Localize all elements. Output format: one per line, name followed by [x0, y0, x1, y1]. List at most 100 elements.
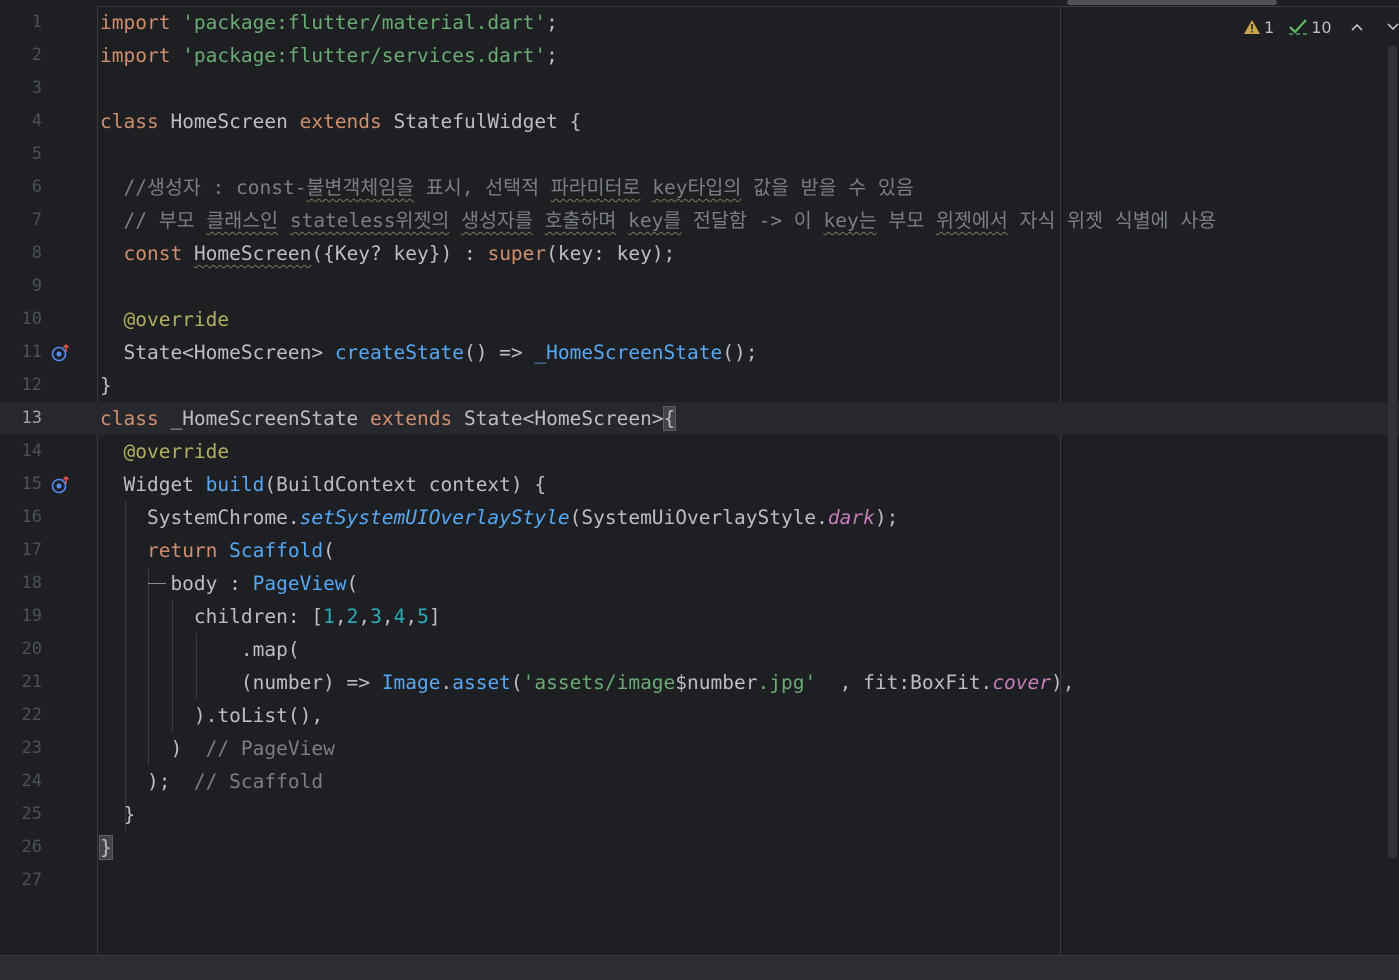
code-text[interactable]: class _HomeScreenState extends State<Hom…: [100, 402, 677, 435]
code-line[interactable]: 2 import 'package:flutter/services.dart';: [0, 39, 1399, 72]
code-text[interactable]: ).toList(),: [100, 699, 323, 732]
line-number[interactable]: 25: [0, 798, 42, 831]
code-text[interactable]: const HomeScreen({Key? key}) : super(key…: [100, 237, 675, 270]
weak-warning-indicator[interactable]: 10: [1288, 18, 1332, 37]
code-line[interactable]: 1 import 'package:flutter/material.dart';: [0, 6, 1399, 39]
line-number[interactable]: 4: [0, 105, 42, 138]
override-method-icon[interactable]: [51, 476, 69, 494]
code-line[interactable]: 9: [0, 270, 1399, 303]
code-token: key타입의: [652, 176, 742, 199]
code-text[interactable]: // 부모 클래스인 stateless위젯의 생성자를 호출하며 key를 전…: [100, 204, 1216, 237]
line-number[interactable]: 18: [0, 567, 42, 600]
code-text[interactable]: body : PageView(: [100, 567, 358, 600]
code-line[interactable]: 19 children: [1,2,3,4,5]: [0, 600, 1399, 633]
code-text[interactable]: @override: [100, 303, 229, 336]
line-number[interactable]: 3: [0, 72, 42, 105]
widget-tree-connector: [148, 583, 166, 584]
line-number[interactable]: 10: [0, 303, 42, 336]
line-number[interactable]: 16: [0, 501, 42, 534]
code-line[interactable]: 8 const HomeScreen({Key? key}) : super(k…: [0, 237, 1399, 270]
code-line[interactable]: 27: [0, 864, 1399, 897]
code-token: extends: [370, 407, 464, 430]
code-text[interactable]: children: [1,2,3,4,5]: [100, 600, 441, 633]
line-number[interactable]: 15: [0, 468, 42, 501]
line-number[interactable]: 20: [0, 633, 42, 666]
code-text[interactable]: }: [99, 831, 113, 864]
line-number[interactable]: 21: [0, 666, 42, 699]
inspection-widget[interactable]: 1 10: [1243, 14, 1399, 40]
line-number[interactable]: 27: [0, 864, 42, 897]
line-number[interactable]: 9: [0, 270, 42, 303]
code-text[interactable]: (number) => Image.asset('assets/image$nu…: [100, 666, 1075, 699]
code-line[interactable]: 10 @override: [0, 303, 1399, 336]
code-line[interactable]: 3: [0, 72, 1399, 105]
warning-indicator[interactable]: 1: [1243, 18, 1274, 37]
code-text[interactable]: ) // PageView: [100, 732, 335, 765]
line-number[interactable]: 14: [0, 435, 42, 468]
code-text[interactable]: State<HomeScreen> createState() => _Home…: [100, 336, 757, 369]
chevron-down-icon: [1386, 23, 1399, 31]
code-text[interactable]: @override: [100, 435, 229, 468]
code-line[interactable]: 22 ).toList(),: [0, 699, 1399, 732]
code-token: // PageView: [205, 737, 335, 760]
code-token: State<HomeScreen>: [463, 407, 664, 430]
code-line[interactable]: 25 }: [0, 798, 1399, 831]
code-line[interactable]: 15 Widget build(BuildContext context) {: [0, 468, 1399, 501]
horizontal-scrollbar[interactable]: [1067, 0, 1277, 5]
code-text[interactable]: //생성자 : const-불변객체임을 표시, 선택적 파라미터로 key타입…: [100, 171, 913, 204]
code-token: );: [874, 506, 899, 529]
line-number[interactable]: 26: [0, 831, 42, 864]
line-number[interactable]: 2: [0, 39, 42, 72]
line-number[interactable]: 19: [0, 600, 42, 633]
override-method-icon[interactable]: [51, 344, 69, 362]
code-line[interactable]: 12}: [0, 369, 1399, 402]
code-text[interactable]: }: [100, 369, 112, 402]
line-number[interactable]: 1: [0, 6, 42, 39]
code-line[interactable]: 7 // 부모 클래스인 stateless위젯의 생성자를 호출하며 key를…: [0, 204, 1399, 237]
line-number[interactable]: 7: [0, 204, 42, 237]
code-line[interactable]: 5: [0, 138, 1399, 171]
code-line[interactable]: 6 //생성자 : const-불변객체임을 표시, 선택적 파라미터로 key…: [0, 171, 1399, 204]
previous-highlight-button[interactable]: [1350, 22, 1364, 32]
code-text[interactable]: return Scaffold(: [100, 534, 335, 567]
line-number[interactable]: 11: [0, 336, 42, 369]
code-text[interactable]: class HomeScreen extends StatefulWidget …: [100, 105, 581, 138]
line-number[interactable]: 23: [0, 732, 42, 765]
code-line[interactable]: 14 @override: [0, 435, 1399, 468]
code-token: 위젯에서: [936, 209, 1008, 232]
line-number[interactable]: 13: [0, 402, 42, 435]
code-line[interactable]: 26}: [0, 831, 1399, 864]
code-text[interactable]: SystemChrome.setSystemUIOverlayStyle(Sys…: [100, 501, 898, 534]
line-number[interactable]: 5: [0, 138, 42, 171]
line-number[interactable]: 6: [0, 171, 42, 204]
code-line[interactable]: 24 ); // Scaffold: [0, 765, 1399, 798]
code-text[interactable]: ); // Scaffold: [100, 765, 323, 798]
code-token: ;: [546, 44, 558, 67]
code-line[interactable]: 21 (number) => Image.asset('assets/image…: [0, 666, 1399, 699]
code-line[interactable]: 13 class _HomeScreenState extends State<H…: [0, 402, 1399, 435]
line-number[interactable]: 24: [0, 765, 42, 798]
line-number[interactable]: 17: [0, 534, 42, 567]
code-text[interactable]: import 'package:flutter/material.dart';: [100, 6, 558, 39]
line-number[interactable]: 8: [0, 237, 42, 270]
code-line[interactable]: 18 body : PageView(: [0, 567, 1399, 600]
code-line[interactable]: 17 return Scaffold(: [0, 534, 1399, 567]
line-number[interactable]: 22: [0, 699, 42, 732]
code-token: import: [100, 11, 183, 34]
code-line[interactable]: 20 .map(: [0, 633, 1399, 666]
code-line[interactable]: 23 ) // PageView: [0, 732, 1399, 765]
code-text[interactable]: import 'package:flutter/services.dart';: [100, 39, 558, 72]
next-highlight-button[interactable]: [1386, 22, 1399, 32]
code-token: //생성자 : const-: [100, 176, 307, 199]
code-line[interactable]: 4 class HomeScreen extends StatefulWidget…: [0, 105, 1399, 138]
code-line[interactable]: 16 SystemChrome.setSystemUIOverlayStyle(…: [0, 501, 1399, 534]
vertical-scrollbar[interactable]: [1388, 46, 1397, 858]
code-text[interactable]: Widget build(BuildContext context) {: [100, 468, 546, 501]
code-token: HomeScreen: [170, 110, 300, 133]
line-number[interactable]: 12: [0, 369, 42, 402]
code-line[interactable]: 11 State<HomeScreen> createState() => _H…: [0, 336, 1399, 369]
code-text[interactable]: .map(: [100, 633, 300, 666]
code-text[interactable]: }: [100, 798, 135, 831]
